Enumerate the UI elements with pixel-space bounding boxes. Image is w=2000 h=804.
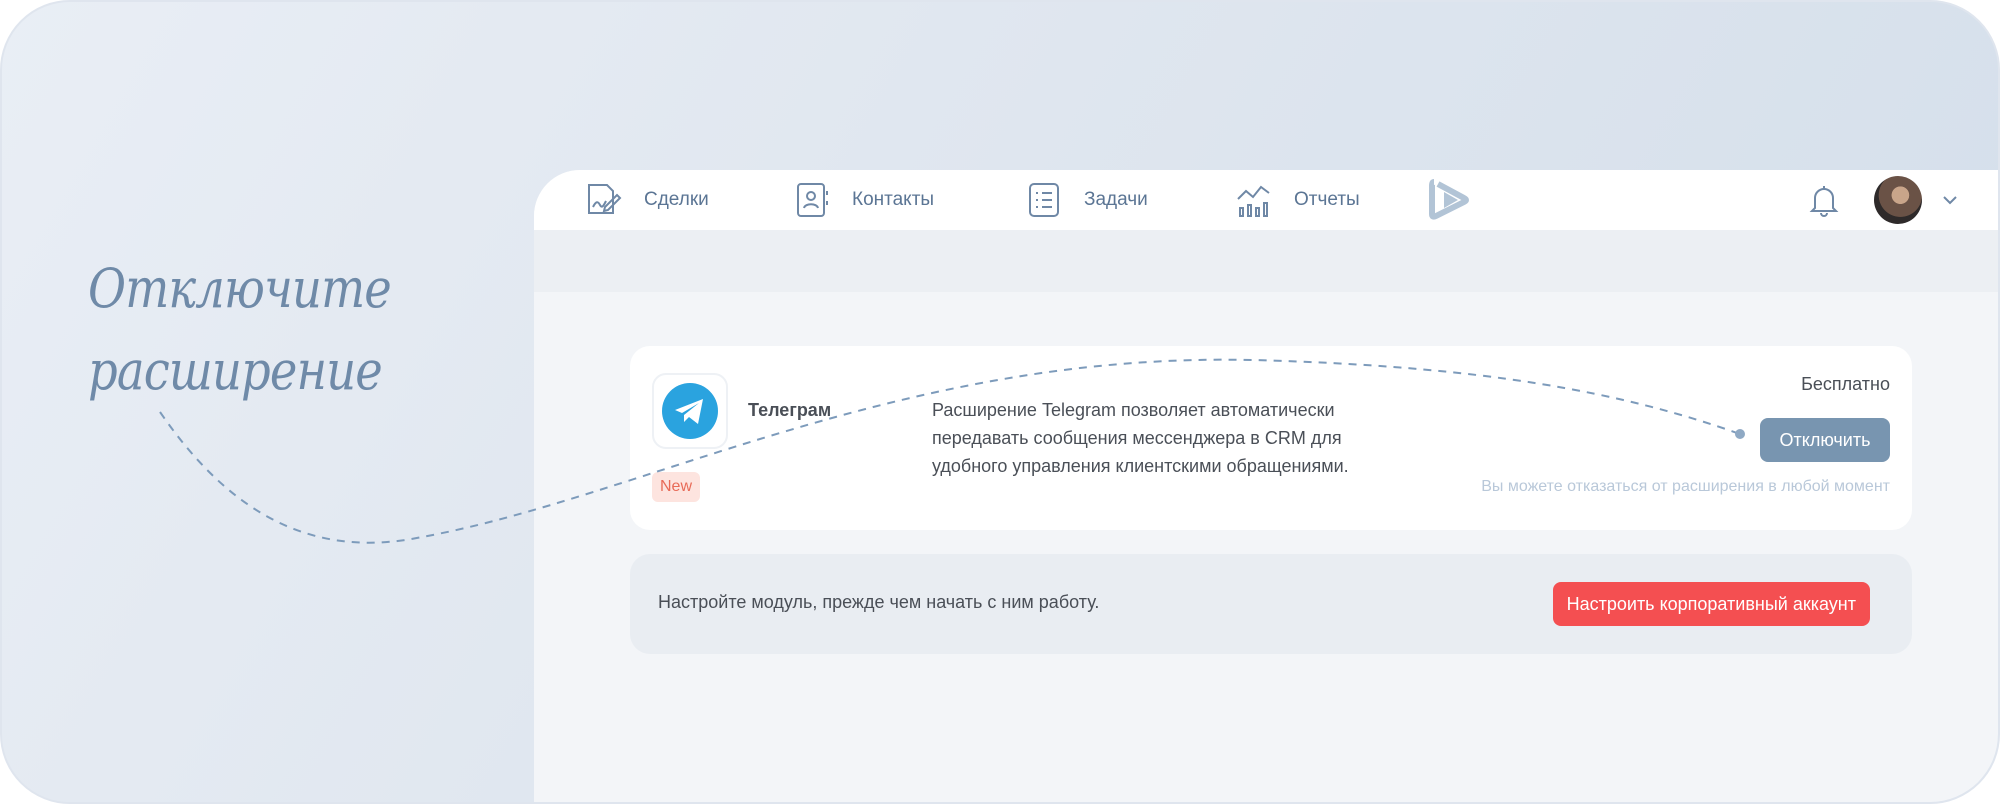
extension-name: Телеграм <box>748 400 832 420</box>
play-logo-icon[interactable] <box>1426 178 1470 222</box>
bell-icon[interactable] <box>1806 182 1842 218</box>
nav-item-deals[interactable]: Сделки <box>584 180 709 220</box>
cancel-note: Вы можете отказаться от расширения в люб… <box>1481 478 1890 495</box>
disable-button[interactable]: Отключить <box>1760 418 1890 462</box>
nav-item-label: Задачи <box>1084 189 1148 210</box>
setup-corporate-account-button[interactable]: Настроить корпоративный аккаунт <box>1552 582 1870 626</box>
background-frame: Отключите расширение Сделки Контакты Зад… <box>0 0 2000 804</box>
contacts-icon <box>792 180 832 220</box>
avatar[interactable] <box>1874 176 1922 224</box>
toolbar-band <box>534 230 1998 292</box>
nav-item-tasks[interactable]: Задачи <box>1024 180 1148 220</box>
setup-text: Настройте модуль, прежде чем начать с ни… <box>658 592 1100 612</box>
reports-icon <box>1234 180 1274 220</box>
nav-item-label: Сделки <box>644 189 709 210</box>
extension-card: New Телеграм Расширение Telegram позволя… <box>630 346 1912 530</box>
setup-panel: Настройте модуль, прежде чем начать с ни… <box>630 554 1912 654</box>
nav-item-reports[interactable]: Отчеты <box>1234 180 1360 220</box>
tasks-icon <box>1024 180 1064 220</box>
hint-line-2: расширение <box>88 339 383 402</box>
nav-item-contacts[interactable]: Контакты <box>792 180 934 220</box>
telegram-icon <box>662 383 718 439</box>
extension-description: Расширение Telegram позволяет автоматиче… <box>932 400 1349 476</box>
extension-price: Бесплатно <box>1801 374 1890 394</box>
chevron-down-icon[interactable] <box>1940 190 1960 210</box>
app-window: Сделки Контакты Задачи Отчеты New Телегр… <box>534 170 1998 802</box>
deals-icon <box>584 180 624 220</box>
hint-caption: Отключите расширение <box>88 248 398 412</box>
new-badge: New <box>652 472 701 502</box>
hint-line-1: Отключите <box>88 257 392 320</box>
nav-item-label: Отчеты <box>1294 189 1360 210</box>
nav-item-label: Контакты <box>852 189 935 210</box>
top-nav: Сделки Контакты Задачи Отчеты <box>534 170 1998 230</box>
telegram-logo <box>652 373 728 449</box>
